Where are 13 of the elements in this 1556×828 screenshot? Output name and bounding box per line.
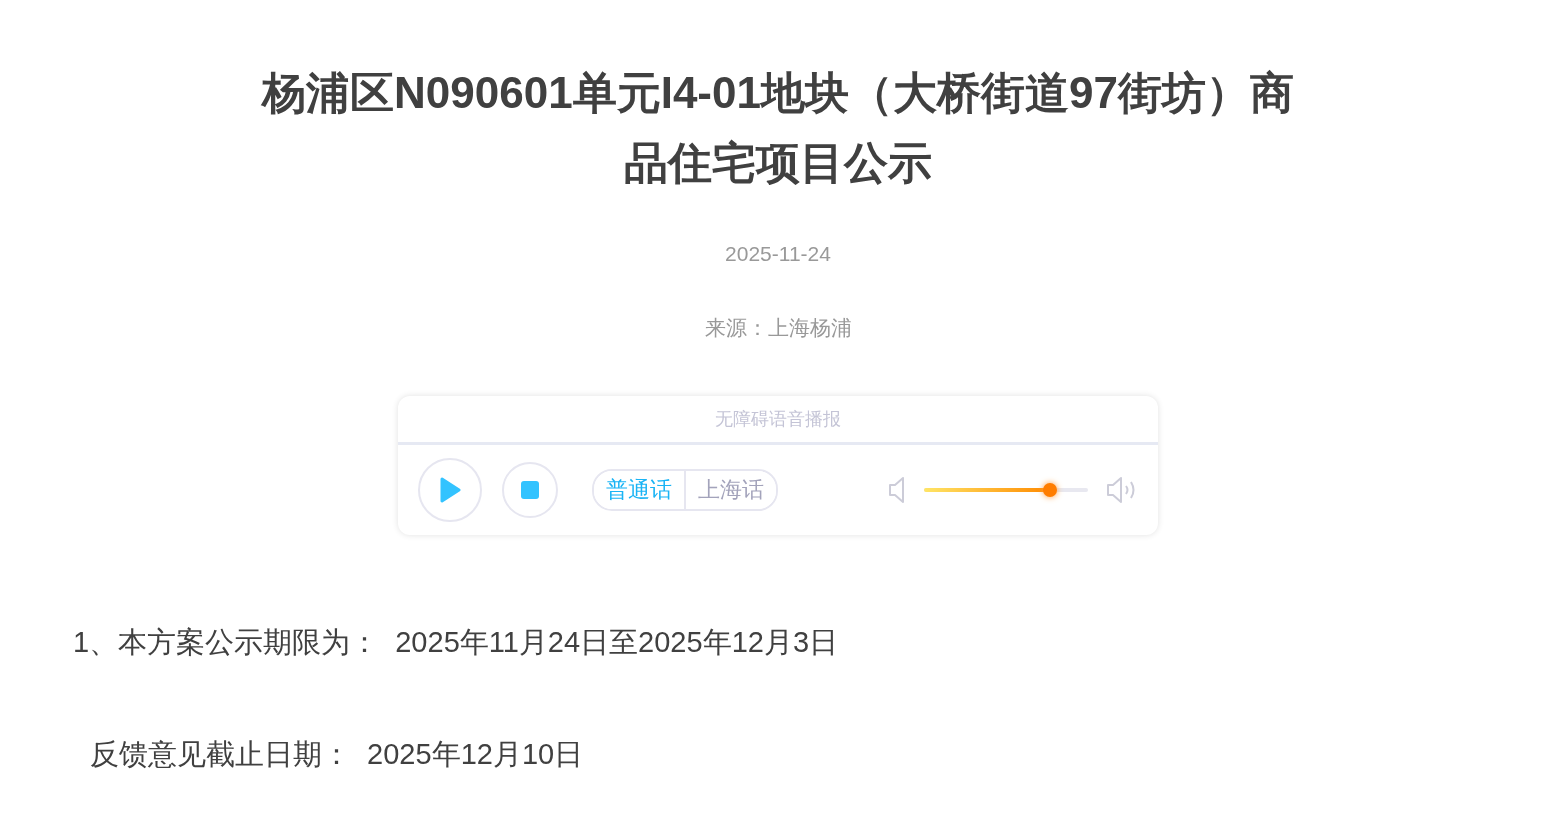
player-heading: 无障碍语音播报 [398,396,1158,445]
stop-icon [521,481,539,499]
article-title: 杨浦区N090601单元I4-01地块（大桥街道97街坊）商品住宅项目公示 [260,67,1295,189]
volume-low-icon [888,475,906,505]
stop-button[interactable] [502,462,558,518]
source-text: 来源：上海杨浦 [704,315,852,341]
notice-text: 1、本方案公示期限为： 2025年11月24日至2025年12月3日 [73,625,839,660]
play-icon [439,477,461,503]
volume-thumb[interactable] [1043,483,1058,497]
volume-slider[interactable] [924,483,1088,497]
notice-text: 反馈意见截止日期： 2025年12月10日 [90,737,584,772]
dialect-tab[interactable]: 上海话 [684,471,776,509]
publish-date: 2025-11-24 [725,242,831,266]
